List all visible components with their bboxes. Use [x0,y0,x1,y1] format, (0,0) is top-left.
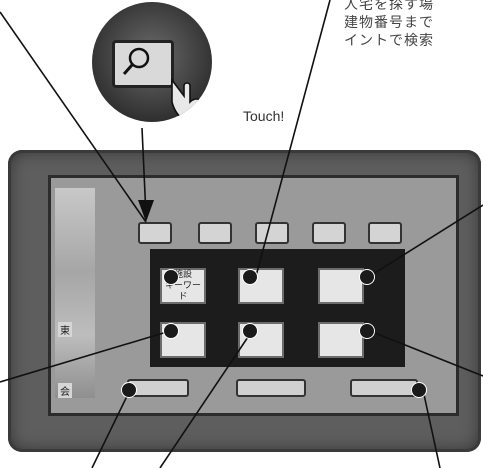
callout-dot-7 [121,382,137,398]
leader-line-menu-3 [369,204,483,277]
leader-line-bottom-right [422,389,441,468]
search-icon [122,47,150,75]
callout-dot-3 [359,269,375,285]
callout-dot-1 [163,269,179,285]
leader-line-menu-4 [0,330,171,383]
callout-dot-4 [163,323,179,339]
leader-line-menu-2 [255,0,331,277]
hand-pointer-icon [171,77,208,121]
callout-lines [0,0,483,468]
callout-dot-5 [242,323,258,339]
leader-line-menu-5 [159,330,253,468]
callout-dot-8 [411,382,427,398]
callout-dot-2 [242,269,258,285]
zoom-callout [92,2,212,122]
callout-dot-6 [359,323,375,339]
leader-line-menu-6 [369,330,483,377]
leader-line-bottom-left [91,389,131,468]
touch-label: Touch! [243,108,285,124]
pointer-triangle [138,200,154,222]
